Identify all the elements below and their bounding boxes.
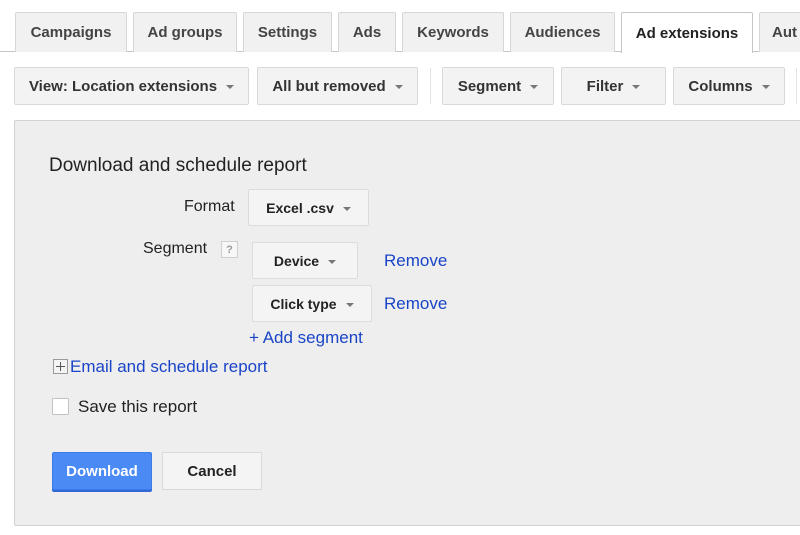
tab-settings[interactable]: Settings: [243, 12, 332, 52]
email-schedule-link[interactable]: Email and schedule report: [70, 357, 268, 377]
format-label: Format: [184, 198, 235, 215]
chevron-down-icon: [226, 85, 235, 89]
segment-value: Click type: [270, 295, 337, 312]
chevron-down-icon: [530, 85, 539, 89]
view-dropdown[interactable]: View: Location extensions: [14, 67, 249, 105]
toolbar-divider: [796, 68, 797, 104]
adwords-screen: Campaigns Ad groups Settings Ads Keyword…: [0, 0, 800, 535]
tab-ad-groups[interactable]: Ad groups: [133, 12, 237, 52]
status-filter-label: All but removed: [272, 77, 386, 95]
segment-device-dropdown[interactable]: Device: [252, 242, 358, 279]
format-dropdown[interactable]: Excel .csv: [248, 189, 369, 226]
chevron-down-icon: [345, 302, 354, 307]
tab-keywords[interactable]: Keywords: [402, 12, 504, 52]
remove-segment-link[interactable]: Remove: [384, 251, 447, 271]
tab-ad-extensions[interactable]: Ad extensions: [621, 12, 753, 53]
filter-dropdown-label: Filter: [586, 77, 624, 95]
remove-segment-link[interactable]: Remove: [384, 294, 447, 314]
tab-ads[interactable]: Ads: [338, 12, 396, 52]
cancel-button[interactable]: Cancel: [162, 452, 262, 490]
add-segment-link[interactable]: + Add segment: [249, 328, 363, 348]
help-icon[interactable]: ?: [221, 241, 238, 258]
chevron-down-icon: [761, 85, 770, 89]
save-report-checkbox[interactable]: [52, 398, 69, 415]
panel-title: Download and schedule report: [49, 155, 307, 176]
expand-plus-icon[interactable]: [53, 359, 68, 374]
tab-audiences[interactable]: Audiences: [510, 12, 615, 52]
filter-dropdown[interactable]: Filter: [561, 67, 666, 105]
status-filter-dropdown[interactable]: All but removed: [257, 67, 418, 105]
chevron-down-icon: [342, 206, 351, 211]
download-button[interactable]: Download: [52, 452, 152, 490]
segment-dropdown-label: Segment: [457, 77, 522, 95]
segment-label: Segment: [143, 240, 208, 257]
chevron-down-icon: [394, 85, 403, 89]
save-report-label: Save this report: [78, 397, 198, 416]
view-dropdown-label: View: Location extensions: [28, 77, 218, 95]
segment-value: Device: [273, 252, 320, 269]
tab-campaigns[interactable]: Campaigns: [15, 12, 127, 52]
tab-bar: Campaigns Ad groups Settings Ads Keyword…: [0, 0, 800, 53]
segment-click-type-dropdown[interactable]: Click type: [252, 285, 372, 322]
chevron-down-icon: [328, 259, 337, 264]
segment-dropdown[interactable]: Segment: [442, 67, 554, 105]
chevron-down-icon: [632, 85, 641, 89]
tab-auto-targets[interactable]: Aut: [759, 12, 800, 52]
format-value: Excel .csv: [266, 199, 334, 216]
columns-dropdown-label: Columns: [688, 77, 753, 95]
toolbar-divider: [430, 68, 431, 104]
columns-dropdown[interactable]: Columns: [673, 67, 785, 105]
